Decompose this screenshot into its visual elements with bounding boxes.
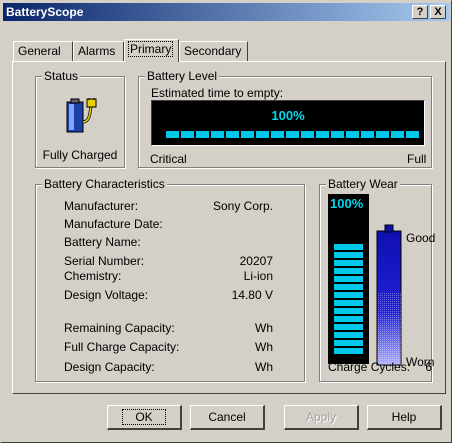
wear-level-segment — [334, 316, 363, 322]
char-label: Serial Number: — [64, 254, 145, 268]
battery-level-segment — [226, 131, 239, 138]
close-title-button[interactable]: X — [430, 5, 446, 19]
wear-level-segment — [334, 348, 363, 354]
battery-level-segment — [286, 131, 299, 138]
char-label: Full Charge Capacity: — [64, 340, 180, 354]
wear-level-segment — [334, 300, 363, 306]
char-value: Sony Corp. — [212, 199, 273, 213]
char-label: Remaining Capacity: — [64, 321, 175, 335]
help-title-button[interactable]: ? — [412, 5, 428, 19]
tab-secondary[interactable]: Secondary — [179, 41, 248, 61]
wear-level-segment — [334, 260, 363, 266]
battery-level-segment — [361, 131, 374, 138]
battery-level-group-label: Battery Level — [145, 69, 220, 83]
char-label: Manufacturer: — [64, 199, 139, 213]
help-button-label: Help — [391, 410, 417, 424]
char-label: Design Capacity: — [64, 360, 155, 374]
battery-level-segment — [376, 131, 389, 138]
battery-level-segment — [211, 131, 224, 138]
wear-percent: 100% — [330, 196, 364, 211]
battery-level-percent: 100% — [271, 108, 305, 123]
tab-primary[interactable]: Primary — [124, 39, 179, 62]
battery-dialog: BatteryScope ? X General Alarms Primary … — [0, 0, 452, 443]
battery-level-subtitle: Estimated time to empty: — [151, 86, 284, 100]
battery-level-segment — [256, 131, 269, 138]
wear-level-segment — [334, 252, 363, 258]
tab-secondary-label: Secondary — [184, 44, 242, 58]
char-value: Li-ion — [243, 269, 273, 283]
window-title: BatteryScope — [6, 5, 84, 19]
char-value: Wh — [255, 321, 273, 335]
characteristics-group-label: Battery Characteristics — [42, 177, 167, 191]
battery-level-segment — [331, 131, 344, 138]
ok-button-label: OK — [122, 409, 166, 425]
battery-level-meter: 100% — [151, 100, 425, 146]
wear-good-label: Good — [406, 231, 436, 245]
battery-wear-group-label: Battery Wear — [326, 177, 400, 191]
char-label: Chemistry: — [64, 269, 122, 283]
charge-cycles-value: 6 — [425, 360, 432, 374]
charge-cycles-label: Charge Cycles: — [328, 360, 411, 374]
apply-button[interactable]: Apply — [284, 405, 359, 430]
tab-alarms[interactable]: Alarms — [73, 41, 124, 61]
tab-general-label: General — [18, 44, 61, 58]
tab-general[interactable]: General — [13, 41, 73, 61]
wear-level-segment — [334, 340, 363, 346]
wear-level-segment — [334, 332, 363, 338]
battery-level-segment — [181, 131, 194, 138]
battery-level-segment — [301, 131, 314, 138]
wear-level-segment — [334, 284, 363, 290]
char-label: Design Voltage: — [64, 288, 149, 302]
char-label: Manufacture Date: — [64, 217, 163, 231]
tab-primary-label: Primary — [127, 41, 174, 57]
cancel-button[interactable]: Cancel — [190, 405, 265, 430]
char-value: Wh — [255, 360, 273, 374]
battery-plug-icon — [66, 98, 97, 133]
ok-button[interactable]: OK — [107, 405, 182, 430]
title-bar: BatteryScope ? X — [3, 3, 450, 21]
wear-level-segment — [334, 276, 363, 282]
critical-label: Critical — [150, 152, 187, 166]
char-value: 20207 — [239, 254, 273, 268]
wear-level-segment — [334, 308, 363, 314]
full-label: Full — [407, 152, 427, 166]
cancel-button-label: Cancel — [208, 410, 246, 424]
battery-level-segment — [196, 131, 209, 138]
wear-level-segment — [334, 244, 363, 250]
status-group-label: Status — [42, 69, 81, 83]
wear-level-segment — [334, 324, 363, 330]
battery-level-segment — [346, 131, 359, 138]
battery-level-segment — [241, 131, 254, 138]
wear-scale-gauge — [376, 224, 402, 366]
battery-level-segment — [316, 131, 329, 138]
char-value: 14.80 V — [231, 288, 273, 302]
char-value: Wh — [255, 340, 273, 354]
char-label: Battery Name: — [64, 235, 141, 249]
battery-level-segment — [166, 131, 179, 138]
help-button[interactable]: Help — [367, 405, 442, 430]
wear-level-segment — [334, 292, 363, 298]
status-text: Fully Charged — [42, 148, 118, 162]
wear-level-meter: 100% — [328, 194, 369, 364]
battery-level-segment — [271, 131, 284, 138]
wear-level-segment — [334, 268, 363, 274]
apply-button-label: Apply — [305, 410, 337, 424]
tab-alarms-label: Alarms — [78, 44, 116, 58]
battery-level-segment — [406, 131, 419, 138]
battery-level-segment — [391, 131, 404, 138]
